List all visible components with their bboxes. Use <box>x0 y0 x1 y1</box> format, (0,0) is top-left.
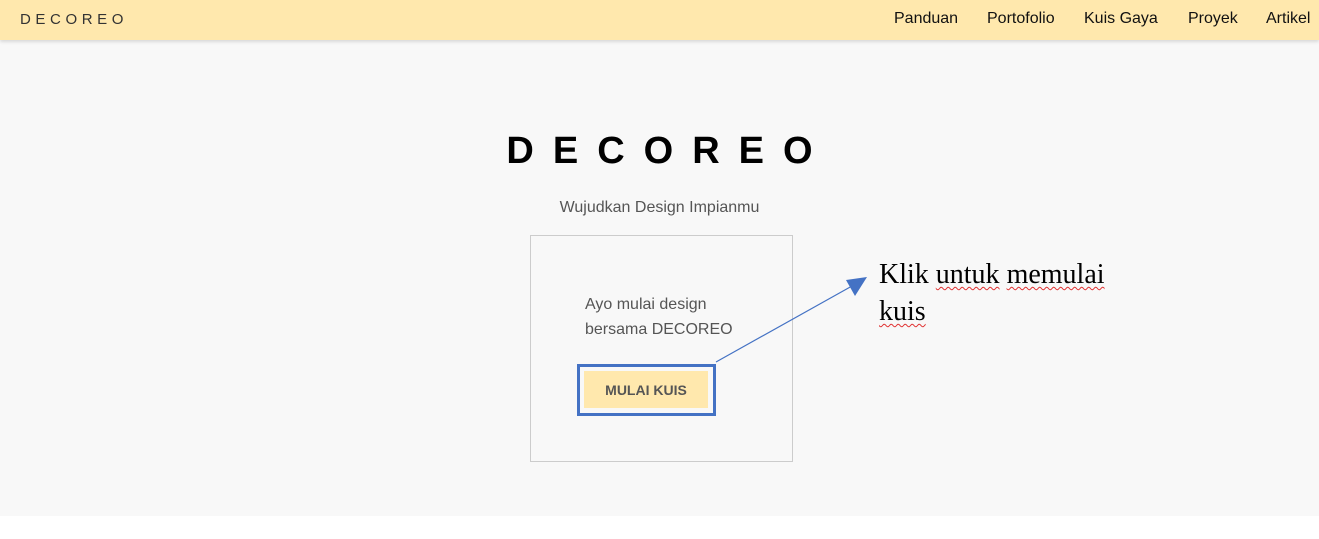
quiz-card-line-2: bersama DECOREO <box>585 321 733 338</box>
annotation-word-4: kuis <box>879 296 926 327</box>
nav-item-panduan[interactable]: Panduan <box>894 10 958 28</box>
quiz-card-line-1: Ayo mulai design <box>585 296 707 313</box>
quiz-card: Ayo mulai design bersama DECOREO <box>530 235 793 462</box>
start-quiz-button[interactable]: MULAI KUIS <box>584 371 708 408</box>
nav-item-portofolio[interactable]: Portofolio <box>987 10 1055 28</box>
annotation-word-2: untuk <box>935 259 1000 290</box>
hero-title: DECOREO <box>506 130 832 172</box>
annotation-word-1: Klik <box>879 259 929 290</box>
navbar-brand-logo[interactable]: DECOREO <box>20 11 128 28</box>
nav-item-artikel[interactable]: Artikel <box>1266 10 1310 28</box>
nav-item-proyek[interactable]: Proyek <box>1188 10 1238 28</box>
annotation-callout: Klik untuk memulai kuis <box>879 256 1139 330</box>
top-navbar: DECOREO Panduan Portofolio Kuis Gaya Pro… <box>0 0 1319 40</box>
quiz-card-text: Ayo mulai design bersama DECOREO <box>585 292 765 342</box>
annotation-word-3: memulai <box>1006 259 1105 290</box>
nav-item-kuis-gaya[interactable]: Kuis Gaya <box>1084 10 1158 28</box>
hero-subtitle: Wujudkan Design Impianmu <box>559 199 760 216</box>
